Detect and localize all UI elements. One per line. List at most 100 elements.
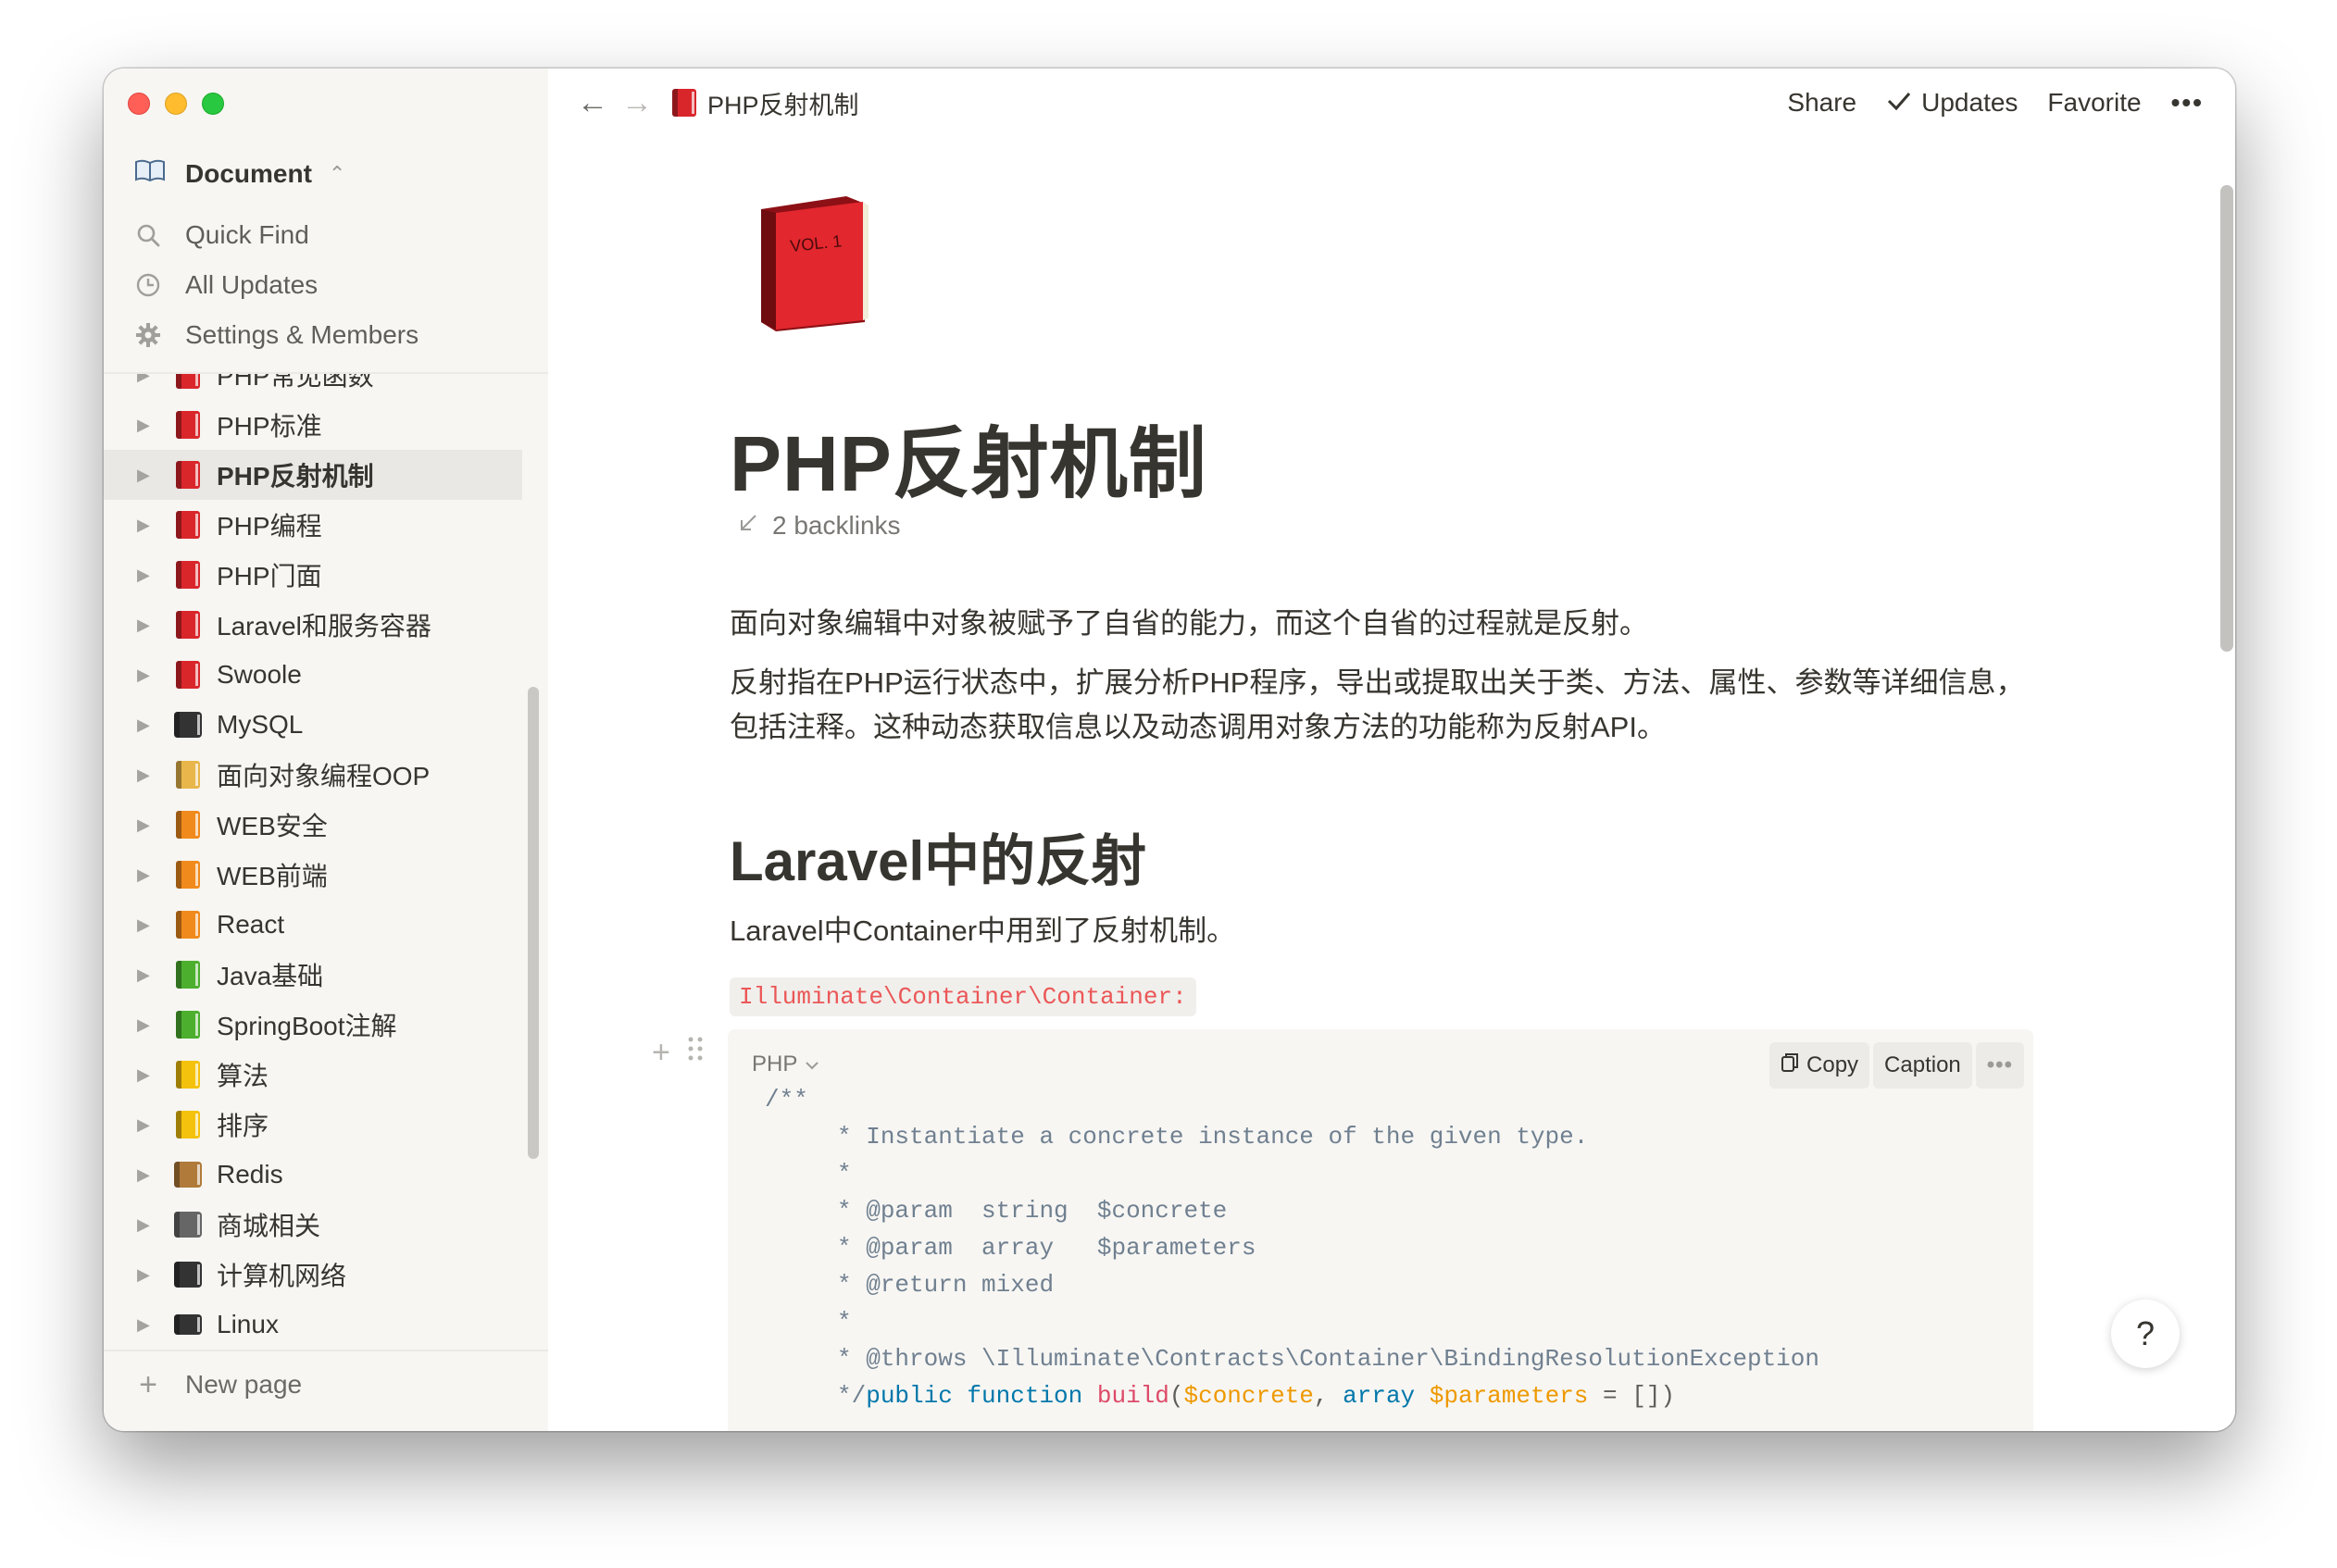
code-line: */public function build($concrete, array… xyxy=(765,1382,1676,1410)
sidebar-page-item[interactable]: ▶ Java基础 xyxy=(104,950,522,1000)
nav-all-updates[interactable]: All Updates xyxy=(131,265,530,305)
nav-quick-find[interactable]: Quick Find xyxy=(131,215,530,255)
expand-triangle-icon[interactable]: ▶ xyxy=(137,965,163,985)
red-book-icon xyxy=(172,459,204,491)
expand-triangle-icon[interactable]: ▶ xyxy=(137,1215,163,1235)
sidebar-page-label: Laravel和服务容器 xyxy=(217,612,431,641)
add-block-plus-icon[interactable]: + xyxy=(652,1035,670,1071)
code-block[interactable]: PHP Copy Caption ••• /** * Instantiate a… xyxy=(728,1029,2033,1431)
sidebar-page-label: SpringBoot注解 xyxy=(217,1012,397,1040)
expand-triangle-icon[interactable]: ▶ xyxy=(137,1115,163,1135)
sidebar-page-item[interactable]: ▶ 商城相关 xyxy=(104,1200,522,1250)
page-icon-red-book[interactable]: VOL. 1 xyxy=(754,193,874,331)
backlink-arrow-icon xyxy=(737,511,759,541)
help-button[interactable]: ? xyxy=(2111,1300,2180,1368)
sidebar-page-item[interactable]: ▶ Laravel和服务容器 xyxy=(104,600,522,650)
expand-triangle-icon[interactable]: ▶ xyxy=(137,1065,163,1085)
workspace-switcher[interactable]: Document ⌃ xyxy=(131,154,530,194)
sidebar-page-item[interactable]: ▶ SpringBoot注解 xyxy=(104,1000,522,1050)
expand-triangle-icon[interactable]: ▶ xyxy=(137,616,163,635)
sidebar-page-label: PHP门面 xyxy=(217,562,322,591)
yellow-notebook-icon xyxy=(172,1109,204,1140)
section-heading[interactable]: Laravel中的反射 xyxy=(730,816,1146,897)
intro-paragraph-1[interactable]: 面向对象编辑中对象被赋予了自省的能力，而这个自省的过程就是反射。 xyxy=(730,602,2026,646)
expand-triangle-icon[interactable]: ▶ xyxy=(137,865,163,885)
orange-book-icon xyxy=(172,909,204,940)
drag-handle-icon[interactable] xyxy=(687,1035,704,1071)
nav-settings-members[interactable]: Settings & Members xyxy=(131,315,530,355)
sidebar-bottom-divider xyxy=(104,1350,548,1351)
chevron-down-icon xyxy=(805,1052,819,1077)
sidebar-page-item[interactable]: ▶ Linux xyxy=(104,1300,522,1350)
plus-icon: + xyxy=(139,1366,157,1402)
backlinks[interactable]: 2 backlinks xyxy=(737,511,901,541)
updates-label: Updates xyxy=(1921,88,2018,117)
expand-triangle-icon[interactable]: ▶ xyxy=(137,765,163,785)
updates-button[interactable]: Updates xyxy=(1886,88,2018,118)
sidebar-page-label: MySQL xyxy=(217,710,304,739)
code-more-options-icon[interactable]: ••• xyxy=(1975,1042,2024,1089)
expand-triangle-icon[interactable]: ▶ xyxy=(137,466,163,485)
expand-triangle-icon[interactable]: ▶ xyxy=(137,1015,163,1035)
more-options-icon[interactable]: ••• xyxy=(2171,88,2204,118)
zoom-window-button[interactable] xyxy=(202,93,224,115)
expand-triangle-icon[interactable]: ▶ xyxy=(137,716,163,735)
expand-triangle-icon[interactable]: ▶ xyxy=(137,516,163,535)
laptop-icon xyxy=(172,1309,204,1340)
sidebar-page-item[interactable]: ▶ 排序 xyxy=(104,1100,522,1150)
page-title[interactable]: PHP反射机制 xyxy=(730,402,1207,514)
copy-label: Copy xyxy=(1806,1052,1859,1077)
nav-label: Settings & Members xyxy=(185,320,419,349)
minimize-window-button[interactable] xyxy=(165,93,187,115)
sidebar-page-item[interactable]: ▶ PHP反射机制 xyxy=(104,450,522,500)
traffic-lights xyxy=(128,93,224,115)
sidebar-page-item[interactable]: ▶ 算法 xyxy=(104,1050,522,1100)
sidebar-page-item[interactable]: ▶ PHP编程 xyxy=(104,500,522,550)
intro-paragraph-2[interactable]: 反射指在PHP运行状态中，扩展分析PHP程序，导出或提取出关于类、方法、属性、参… xyxy=(730,661,2026,750)
expand-triangle-icon[interactable]: ▶ xyxy=(137,1315,163,1335)
sidebar-page-item[interactable]: ▶ 面向对象编程OOP xyxy=(104,750,522,800)
new-page-button[interactable]: + New page xyxy=(131,1359,302,1411)
expand-triangle-icon[interactable]: ▶ xyxy=(137,915,163,935)
sidebar-page-item[interactable]: ▶ PHP常见函数 xyxy=(104,374,522,400)
sidebar-page-item[interactable]: ▶ Swoole xyxy=(104,650,522,700)
main-scrollbar[interactable] xyxy=(2220,185,2233,652)
orange-book-icon xyxy=(172,859,204,890)
caption-button[interactable]: Caption xyxy=(1873,1042,1972,1089)
sidebar-page-item[interactable]: ▶ 计算机网络 xyxy=(104,1250,522,1300)
backlinks-label: 2 backlinks xyxy=(772,511,901,540)
breadcrumb[interactable]: PHP反射机制 xyxy=(672,85,859,121)
code-content[interactable]: /** * Instantiate a concrete instance of… xyxy=(765,1081,1819,1414)
expand-triangle-icon[interactable]: ▶ xyxy=(137,1265,163,1285)
sidebar-page-item[interactable]: ▶ PHP标准 xyxy=(104,400,522,450)
sidebar-page-item[interactable]: ▶ Redis xyxy=(104,1150,522,1200)
expand-triangle-icon[interactable]: ▶ xyxy=(137,666,163,685)
code-language-select[interactable]: PHP xyxy=(752,1052,819,1077)
sidebar-page-item[interactable]: ▶ PHP门面 xyxy=(104,550,522,600)
expand-triangle-icon[interactable]: ▶ xyxy=(137,815,163,835)
close-window-button[interactable] xyxy=(128,93,150,115)
sidebar-page-item[interactable]: ▶ WEB前端 xyxy=(104,850,522,900)
sidebar-page-label: 商城相关 xyxy=(217,1212,321,1240)
expand-triangle-icon[interactable]: ▶ xyxy=(137,374,163,385)
sidebar-page-item[interactable]: ▶ React xyxy=(104,900,522,950)
sidebar-scrollbar[interactable] xyxy=(528,687,539,1159)
search-icon xyxy=(131,223,165,247)
expand-triangle-icon[interactable]: ▶ xyxy=(137,566,163,585)
code-line: * @return mixed xyxy=(765,1271,1055,1299)
desktop-computer-icon xyxy=(172,1259,204,1290)
sidebar-page-item[interactable]: ▶ WEB安全 xyxy=(104,800,522,850)
back-arrow-icon[interactable]: ← xyxy=(570,85,615,121)
paragraph-laravel[interactable]: Laravel中Container中用到了反射机制。 xyxy=(730,909,1235,953)
code-line: * xyxy=(765,1160,852,1188)
forward-arrow-icon[interactable]: → xyxy=(615,85,659,121)
inline-code[interactable]: Illuminate\Container\Container: xyxy=(730,977,1196,1016)
expand-triangle-icon[interactable]: ▶ xyxy=(137,416,163,435)
expand-triangle-icon[interactable]: ▶ xyxy=(137,1165,163,1185)
sidebar-page-item[interactable]: ▶ MySQL xyxy=(104,700,522,750)
copy-icon xyxy=(1781,1052,1799,1079)
share-button[interactable]: Share xyxy=(1787,88,1856,118)
green-book-icon xyxy=(172,1009,204,1040)
favorite-button[interactable]: Favorite xyxy=(2047,88,2141,118)
top-actions: Share Updates Favorite ••• xyxy=(1787,68,2204,137)
